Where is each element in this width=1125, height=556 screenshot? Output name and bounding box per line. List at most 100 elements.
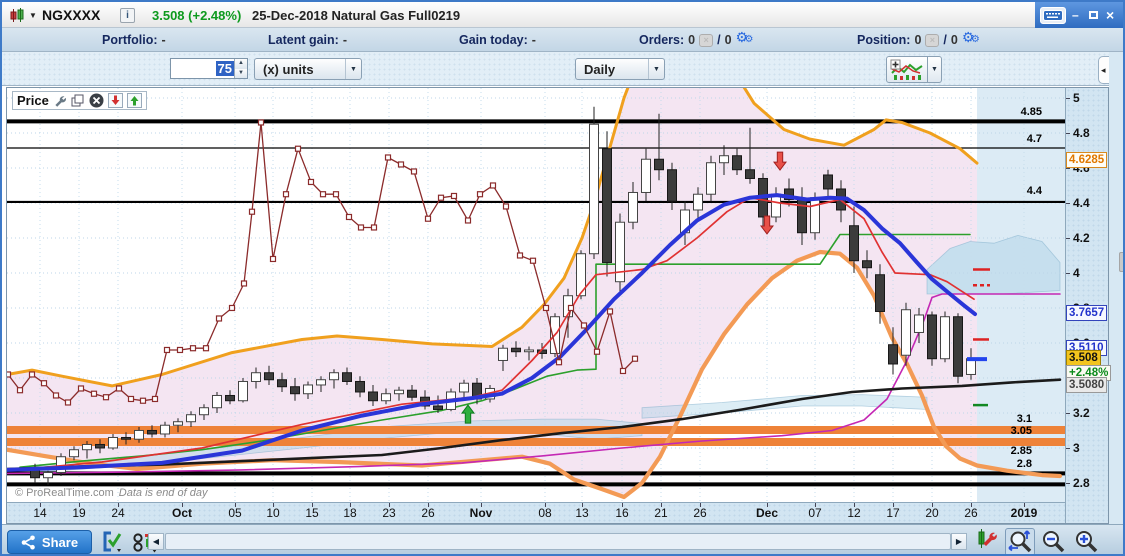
chevron-down-icon: ▼	[648, 59, 664, 79]
candle	[69, 449, 79, 458]
gain-today-field: Gain today: -	[459, 33, 536, 47]
price-plot-area[interactable]: Price © ProRealTime.com Data is end of da…	[7, 88, 1065, 502]
units-count-input[interactable]: 75 ▲ ▼	[170, 58, 248, 79]
maximize-button[interactable]	[1089, 2, 1098, 28]
y-tick-label: 4.2	[1073, 231, 1090, 246]
candle	[823, 174, 833, 190]
x-tick-label: 26	[421, 506, 435, 520]
axis-float-label-35080: 3.5080	[1066, 377, 1108, 393]
wrench-icon[interactable]	[53, 94, 67, 108]
candle	[225, 394, 235, 402]
orders-cancel-button[interactable]: ×	[699, 33, 714, 47]
units-type-select[interactable]: (x) units ▼	[254, 58, 362, 80]
candle	[290, 386, 300, 395]
candle	[95, 443, 105, 449]
duplicate-icon[interactable]	[71, 94, 85, 108]
x-tick-label: 2019	[1010, 506, 1038, 520]
position-settings-icon[interactable]: ⚙ ⚙	[962, 29, 982, 49]
y-tick-label: 2.8	[1073, 476, 1090, 491]
candle	[849, 225, 859, 262]
symbol-dropdown-icon[interactable]: ▼	[29, 2, 37, 28]
x-tick-label: 19	[72, 506, 86, 520]
chart-settings-button[interactable]	[974, 529, 1000, 553]
x-tick-label: Dec	[755, 506, 779, 520]
panel-handle[interactable]	[1119, 252, 1123, 272]
close-pane-icon[interactable]	[89, 93, 104, 108]
latent-gain-field: Latent gain: -	[268, 33, 348, 47]
candle	[719, 155, 729, 164]
candle	[407, 389, 417, 398]
candle	[121, 436, 131, 440]
x-tick-label: 26	[693, 506, 707, 520]
chart-toolbar: 75 ▲ ▼ (x) units ▼ Daily ▼ ▼	[2, 52, 1123, 86]
bottom-toolbar: Share ◀ ▶	[2, 524, 1123, 554]
position-field: Position: 0 × /0 ⚙ ⚙	[857, 28, 982, 52]
candle	[693, 193, 703, 211]
info-button[interactable]: i	[120, 2, 135, 28]
zoom-out-icon	[1043, 531, 1065, 553]
candle	[706, 162, 716, 195]
units-stepper[interactable]: ▲ ▼	[234, 59, 247, 78]
scroll-right-button[interactable]: ▶	[951, 533, 967, 550]
y-tick	[1066, 413, 1070, 415]
chevron-down-icon: ▼	[345, 59, 361, 79]
zoom-out-button[interactable]	[1038, 528, 1068, 554]
portfolio-field: Portfolio: -	[102, 33, 166, 47]
candle	[875, 274, 885, 312]
list-alerts-button[interactable]	[101, 530, 127, 554]
x-tick-label: 21	[654, 506, 668, 520]
axis-float-label-46285: 4.6285	[1066, 152, 1108, 168]
chart-style-icon	[890, 59, 923, 80]
axis-float-label-3508: 3.508	[1066, 350, 1101, 366]
x-tick-label: 26	[964, 506, 978, 520]
candle	[342, 372, 352, 382]
chart-style-dropdown[interactable]: ▼	[928, 56, 942, 83]
candle	[940, 316, 950, 360]
x-tick-label: 18	[343, 506, 357, 520]
minimize-button[interactable]: –	[1072, 2, 1087, 28]
x-tick-label: 20	[925, 506, 939, 520]
chart-style-button[interactable]	[886, 56, 928, 83]
collapse-arrow-icon: ◂	[1101, 64, 1106, 75]
virtual-keyboard-button[interactable]	[1040, 2, 1066, 28]
window-titlebar[interactable]: ▼ NGXXXX i 3.508 (+2.48%) 25-Dec-2018 Na…	[2, 2, 1123, 28]
timeframe-select[interactable]: Daily ▼	[575, 58, 665, 80]
y-tick-label: 4.4	[1073, 196, 1090, 211]
candle	[212, 394, 222, 409]
green-up-arrow-icon	[130, 96, 139, 106]
y-tick	[1066, 483, 1070, 485]
position-close-button[interactable]: ×	[925, 33, 940, 47]
candle	[199, 407, 209, 416]
x-tick-label: 14	[33, 506, 47, 520]
copyright-note: © ProRealTime.com Data is end of day	[15, 487, 208, 499]
maximize-icon	[1089, 11, 1098, 19]
close-button[interactable]: ×	[1106, 2, 1121, 28]
zoom-in-button[interactable]	[1071, 528, 1101, 554]
x-tick-label: 13	[575, 506, 589, 520]
x-tick-label: 15	[305, 506, 319, 520]
candle	[888, 344, 898, 365]
price-level-label: 4.85	[1020, 106, 1042, 118]
candle	[810, 197, 820, 234]
red-down-arrow-icon	[111, 95, 120, 105]
candle	[329, 372, 339, 381]
move-down-button[interactable]	[107, 93, 123, 108]
candle	[43, 471, 53, 479]
candle	[745, 169, 755, 179]
candle	[134, 429, 144, 440]
x-tick-label: 12	[847, 506, 861, 520]
time-axis[interactable]: 14 19 24 Oct 05 10 15 18 23 26 Nov 08 13 16 21 26 Dec 07 1…	[7, 502, 1065, 523]
orders-settings-icon[interactable]: ⚙ ⚙	[736, 29, 756, 49]
zoom-in-icon	[1076, 531, 1098, 553]
candle	[264, 372, 274, 381]
candle	[238, 380, 248, 402]
zoom-area-button[interactable]	[1005, 528, 1035, 554]
share-button[interactable]: Share	[7, 530, 92, 554]
horizontal-scrollbar[interactable]	[165, 533, 951, 550]
candle	[667, 169, 677, 202]
price-level-label: 4.4	[1026, 185, 1042, 197]
move-up-button[interactable]	[126, 93, 142, 108]
axis-float-label-37657: 3.7657	[1066, 305, 1108, 321]
scroll-left-button[interactable]: ◀	[148, 533, 164, 550]
x-tick-label: 10	[266, 506, 280, 520]
